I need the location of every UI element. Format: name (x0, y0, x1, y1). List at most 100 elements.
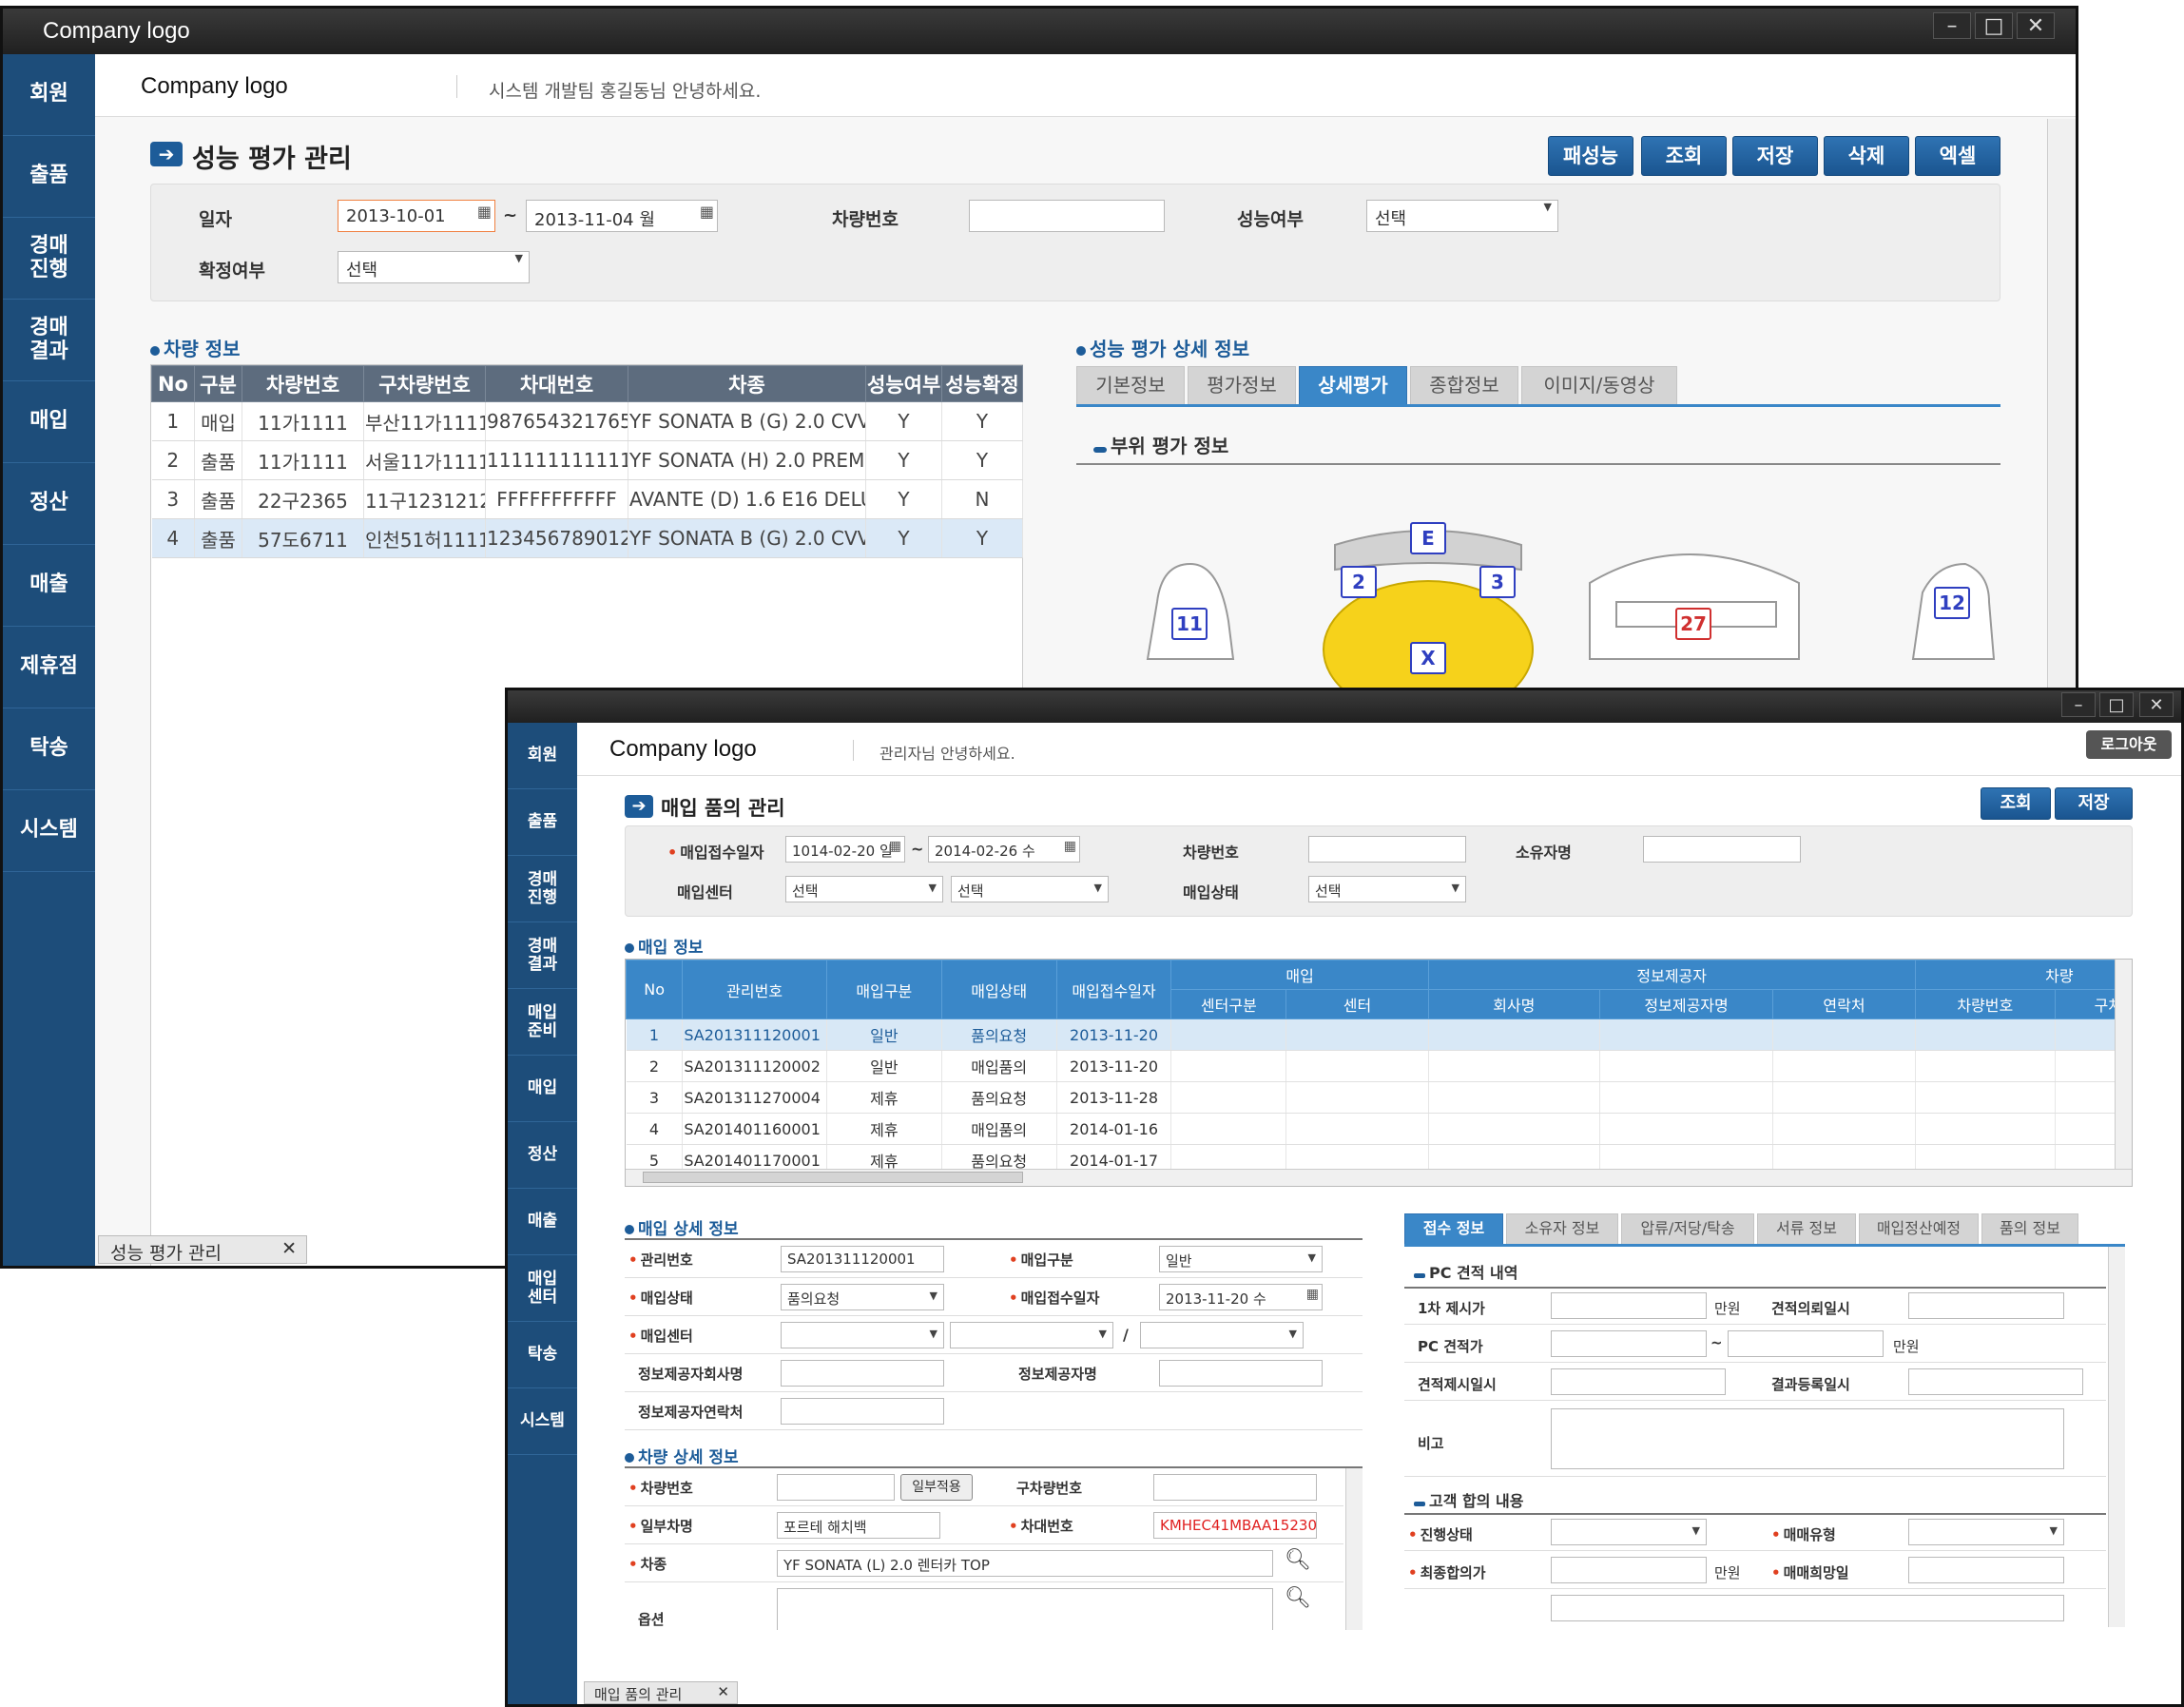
sidebar-item[interactable]: 회원 (3, 54, 95, 136)
column-header[interactable]: 차대번호 (485, 365, 628, 402)
column-header[interactable]: 연락처 (1772, 989, 1916, 1019)
sidebar-item[interactable]: 매입 준비 (508, 989, 577, 1056)
bottom-tab-performance[interactable]: 성능 평가 관리 ✕ (98, 1235, 307, 1264)
sidebar-item[interactable]: 매입 센터 (508, 1255, 577, 1322)
model-input[interactable]: YF SONATA (L) 2.0 렌터카 TOP (777, 1550, 1273, 1577)
grid-horizontal-scrollbar[interactable] (626, 1169, 2132, 1186)
minimize-button[interactable]: – (1933, 12, 1971, 39)
column-header[interactable]: 성능확정 (941, 365, 1023, 402)
tab-4[interactable]: 매입정산예정 (1859, 1213, 1979, 1244)
column-header[interactable]: 센터 (1285, 989, 1429, 1019)
table-row[interactable]: 4출품57도6711인천51허111112345678901234YF SONA… (151, 518, 1023, 558)
close-tab-icon[interactable]: ✕ (717, 1683, 729, 1700)
grid-vertical-scrollbar[interactable] (2115, 960, 2132, 1171)
search-button[interactable]: 조회 (1981, 787, 2051, 820)
status-select[interactable]: 선택 ▼ (1308, 876, 1466, 902)
center-select-2[interactable]: 선택 ▼ (951, 876, 1109, 902)
calendar-icon[interactable]: ▦ (1064, 839, 1076, 854)
sidebar-item[interactable]: 매출 (508, 1189, 577, 1255)
part-2-marker[interactable]: 2 (1341, 566, 1377, 598)
pc-est-from-input[interactable] (1551, 1330, 1707, 1357)
provider-name-input[interactable] (1159, 1360, 1323, 1387)
apply-partial-button[interactable]: 일부적용 (900, 1474, 973, 1501)
part-e-marker[interactable]: E (1410, 522, 1446, 554)
tab-0[interactable]: 기본정보 (1076, 366, 1185, 404)
part-x-marker[interactable]: X (1410, 642, 1446, 674)
save-button[interactable]: 저장 (1732, 136, 1818, 176)
sidebar-item[interactable]: 경매 진행 (3, 218, 95, 300)
column-header[interactable]: 매입구분 (825, 960, 942, 1019)
column-header[interactable]: 관리번호 (682, 960, 827, 1019)
perf-select[interactable]: 선택 ▼ (1366, 200, 1558, 232)
column-header[interactable]: 구차량번호 (363, 365, 486, 402)
center-select-1[interactable]: 선택 ▼ (785, 876, 943, 902)
extra-input[interactable] (1551, 1595, 2064, 1621)
column-header[interactable]: 센터구분 (1170, 989, 1287, 1019)
car-no-input[interactable] (969, 200, 1165, 232)
center-select-3[interactable]: ▼ (1140, 1322, 1304, 1348)
date-from-input[interactable]: 2013-10-01 ▦ (338, 200, 495, 232)
status-select[interactable]: 품의요청 ▼ (781, 1284, 944, 1310)
sidebar-item[interactable]: 출품 (508, 789, 577, 856)
type-select[interactable]: 일반 ▼ (1159, 1246, 1323, 1272)
close-button[interactable]: ✕ (2017, 12, 2055, 39)
calendar-icon[interactable]: ▦ (477, 203, 492, 221)
pc-est-to-input[interactable] (1728, 1330, 1884, 1357)
sidebar-item[interactable]: 매출 (3, 545, 95, 627)
table-row[interactable]: 1 SA201311120001 일반 품의요청 2013-11-20 (626, 1018, 2132, 1051)
tab-3[interactable]: 종합정보 (1410, 366, 1518, 404)
note-textarea[interactable] (1551, 1408, 2064, 1469)
column-header[interactable]: 차량번호 (1914, 989, 2056, 1019)
sidebar-item[interactable]: 탁송 (508, 1322, 577, 1388)
tab-0[interactable]: 접수 정보 (1404, 1213, 1503, 1244)
search-icon[interactable]: 🔍︎ (1285, 1586, 1311, 1610)
progress-select[interactable]: ▼ (1551, 1519, 1707, 1545)
est-offer-input[interactable] (1551, 1368, 1726, 1395)
center-select-2[interactable]: ▼ (950, 1322, 1113, 1348)
table-row[interactable]: 2 SA201311120002 일반 매입품의 2013-11-20 (626, 1050, 2132, 1082)
tab-1[interactable]: 평가정보 (1188, 366, 1296, 404)
delete-button[interactable]: 삭제 (1824, 136, 1909, 176)
part-11-marker[interactable]: 11 (1171, 608, 1208, 640)
vin-input[interactable]: KMHEC41MBAA152305 (1153, 1512, 1317, 1539)
search-icon[interactable]: 🔍︎ (1285, 1548, 1311, 1572)
table-row[interactable]: 1매입11가1111부산11가1111987654321765432YF SON… (151, 401, 1023, 441)
car-no-input[interactable] (777, 1474, 895, 1501)
column-header[interactable]: No (151, 365, 195, 402)
sidebar-item[interactable]: 회원 (508, 723, 577, 789)
trade-type-select[interactable]: ▼ (1908, 1519, 2064, 1545)
table-row[interactable]: 3 SA201311270004 제휴 품의요청 2013-11-28 (626, 1081, 2132, 1114)
column-header[interactable]: 성능여부 (865, 365, 942, 402)
save-button[interactable]: 저장 (2055, 787, 2133, 820)
table-row[interactable]: 2출품11가1111서울11가111111111111111111YF SONA… (151, 440, 1023, 480)
sidebar-item[interactable]: 출품 (3, 136, 95, 218)
sidebar-item[interactable]: 탁송 (3, 708, 95, 790)
hope-date-input[interactable] (1908, 1557, 2064, 1583)
date-to-input[interactable]: 2014-02-26 수 ▦ (928, 836, 1080, 863)
mgmt-no-input[interactable]: SA201311120001 (781, 1246, 944, 1272)
date-to-input[interactable]: 2013-11-04 월 ▦ (526, 200, 718, 232)
column-header[interactable]: 매입상태 (940, 960, 1057, 1019)
sidebar-item[interactable]: 정산 (508, 1122, 577, 1189)
tab-5[interactable]: 품의 정보 (1981, 1213, 2078, 1244)
search-button[interactable]: 조회 (1641, 136, 1727, 176)
confirm-select[interactable]: 선택 ▼ (338, 251, 530, 283)
bottom-tab-purchase[interactable]: 매입 품의 관리 ✕ (584, 1681, 738, 1704)
right-panel-scrollbar[interactable] (2108, 1247, 2125, 1627)
tab-1[interactable]: 소유자 정보 (1506, 1213, 1618, 1244)
option-input[interactable] (777, 1588, 1273, 1630)
car-no-input[interactable] (1308, 836, 1466, 863)
tab-4[interactable]: 이미지/동영상 (1521, 366, 1677, 404)
old-car-no-input[interactable] (1153, 1474, 1317, 1501)
close-button[interactable]: ✕ (2139, 692, 2174, 717)
result-date-input[interactable] (1908, 1368, 2083, 1395)
calendar-icon[interactable]: ▦ (700, 203, 714, 221)
column-header[interactable]: 매입접수일자 (1055, 960, 1172, 1019)
sidebar-item[interactable]: 시스템 (3, 790, 95, 872)
vehicle-form-scrollbar[interactable] (1345, 1468, 1363, 1630)
calendar-icon[interactable]: ▦ (889, 839, 901, 854)
partial-name-input[interactable]: 포르테 해치백 (777, 1512, 940, 1539)
recv-date-input[interactable]: 2013-11-20 수 ▦ (1159, 1284, 1323, 1310)
sidebar-item[interactable]: 제휴점 (3, 627, 95, 708)
column-header[interactable]: 정보제공자명 (1598, 989, 1774, 1019)
